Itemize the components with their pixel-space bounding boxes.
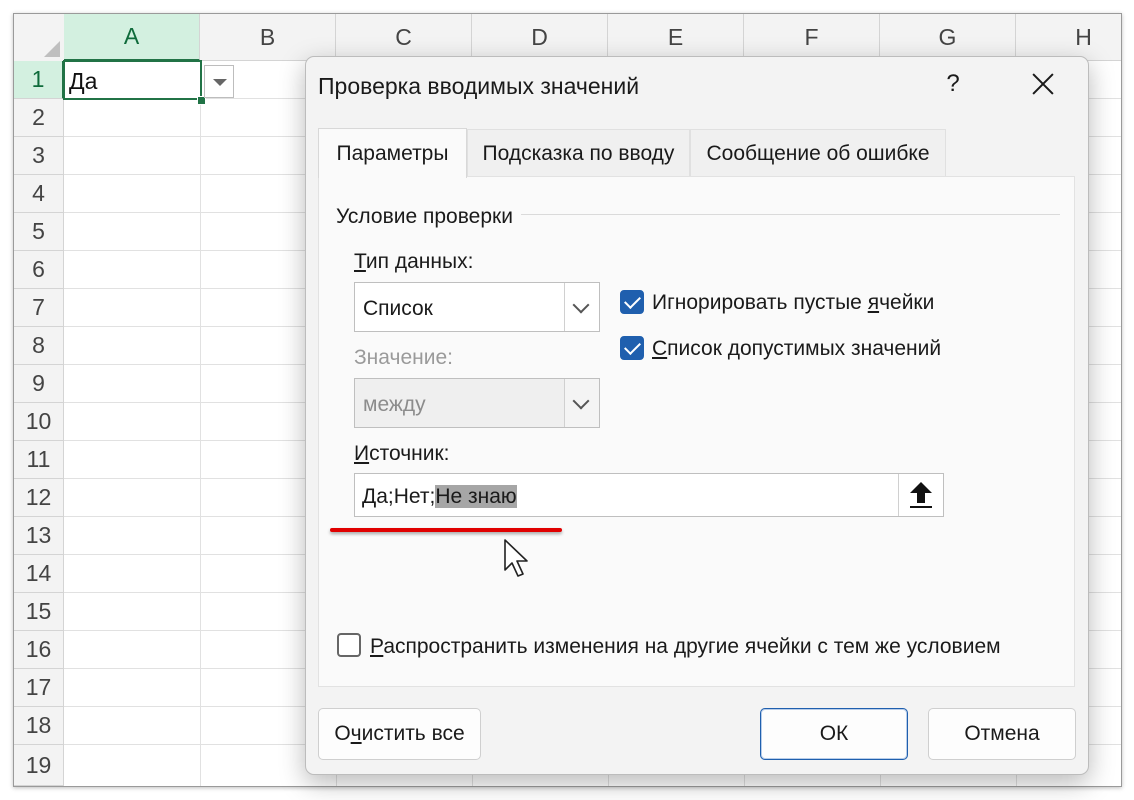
row-header-14[interactable]: 14 xyxy=(14,555,64,593)
column-header-g[interactable]: G xyxy=(880,14,1016,61)
source-label: Источник: xyxy=(354,442,450,465)
row-header-8[interactable]: 8 xyxy=(14,327,64,365)
select-all-triangle-icon xyxy=(44,41,60,57)
dropdown-arrow-icon xyxy=(213,79,227,86)
clear-all-button[interactable]: Оч истить все xyxy=(318,708,481,760)
row-header-18[interactable]: 18 xyxy=(14,707,64,745)
row-header-11[interactable]: 11 xyxy=(14,441,64,479)
settings-panel: Условие проверки Тип данных: Список Знач… xyxy=(318,176,1075,687)
row-header-4[interactable]: 4 xyxy=(14,175,64,213)
apply-all-checkbox[interactable] xyxy=(337,633,361,657)
row-header-12[interactable]: 12 xyxy=(14,479,64,517)
tab-settings[interactable]: Параметры xyxy=(318,128,467,178)
data-type-label: Тип данных: xyxy=(354,250,474,273)
row-header-9[interactable]: 9 xyxy=(14,365,64,403)
column-header-e[interactable]: E xyxy=(608,14,744,61)
annotation-underline xyxy=(330,528,562,532)
in-cell-dropdown-checkbox[interactable] xyxy=(620,336,644,360)
data-type-select[interactable]: Список xyxy=(354,282,600,332)
apply-all-label: Распространить изменения на другие ячейк… xyxy=(370,635,1001,658)
cell-dropdown-button[interactable] xyxy=(204,65,234,98)
ignore-blank-checkbox[interactable] xyxy=(620,290,644,314)
row-header-3[interactable]: 3 xyxy=(14,137,64,175)
source-text: Да;Нет;Не знаю xyxy=(362,485,517,508)
tab-input-message[interactable]: Подсказка по вводу xyxy=(467,129,690,177)
row-header-6[interactable]: 6 xyxy=(14,251,64,289)
value-select-value: между xyxy=(363,393,426,416)
row-header-16[interactable]: 16 xyxy=(14,631,64,669)
cancel-button[interactable]: Отмена xyxy=(928,708,1076,760)
data-type-dropdown-button[interactable] xyxy=(564,283,599,331)
close-icon[interactable] xyxy=(1026,67,1060,101)
row-header-10[interactable]: 10 xyxy=(14,403,64,441)
row-header-5[interactable]: 5 xyxy=(14,213,64,251)
select-all-corner[interactable] xyxy=(14,14,65,62)
column-header-a[interactable]: A xyxy=(64,14,200,61)
row-header-2[interactable]: 2 xyxy=(14,99,64,137)
help-button[interactable]: ? xyxy=(938,69,968,99)
row-header-19[interactable]: 19 xyxy=(14,745,64,786)
row-header-13[interactable]: 13 xyxy=(14,517,64,555)
data-validation-dialog: Проверка вводимых значений ? Параметры П… xyxy=(305,56,1089,775)
column-header-d[interactable]: D xyxy=(472,14,608,61)
column-header-b[interactable]: B xyxy=(200,14,336,61)
cell-a1[interactable]: Да xyxy=(63,60,202,100)
column-header-c[interactable]: C xyxy=(336,14,472,61)
group-divider xyxy=(519,214,1060,215)
mouse-pointer-icon xyxy=(504,539,528,577)
in-cell-dropdown-label: Список допустимых значений xyxy=(652,337,942,360)
value-label: Значение: xyxy=(354,346,453,369)
data-type-value: Список xyxy=(363,297,433,320)
row-header-15[interactable]: 15 xyxy=(14,593,64,631)
ignore-blank-label: Игнорировать пустые ячейки xyxy=(652,291,935,314)
collapse-dialog-button[interactable] xyxy=(898,474,943,516)
chevron-down-icon xyxy=(572,296,590,314)
source-selected-text: Не знаю xyxy=(435,485,517,508)
arrow-up-icon xyxy=(910,482,932,508)
row-header-17[interactable]: 17 xyxy=(14,669,64,707)
dialog-title: Проверка вводимых значений xyxy=(318,73,640,99)
ok-button[interactable]: ОК xyxy=(760,708,908,760)
row-header-7[interactable]: 7 xyxy=(14,289,64,327)
tab-error-alert[interactable]: Сообщение об ошибке xyxy=(690,129,946,177)
chevron-down-icon xyxy=(572,392,590,410)
gridline xyxy=(200,61,201,786)
column-header-f[interactable]: F xyxy=(744,14,880,61)
group-label-validation-criteria: Условие проверки xyxy=(336,205,521,229)
value-dropdown-button xyxy=(564,379,599,427)
source-input[interactable]: Да;Нет;Не знаю xyxy=(354,473,944,517)
column-header-h[interactable]: H xyxy=(1016,14,1121,61)
row-header-1[interactable]: 1 xyxy=(14,61,64,99)
value-select: между xyxy=(354,378,600,428)
